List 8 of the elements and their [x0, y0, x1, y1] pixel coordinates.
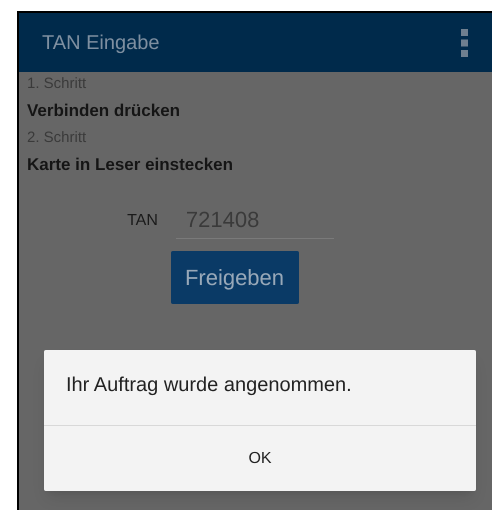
dialog-message: Ihr Auftrag wurde angenommen. [65, 373, 353, 398]
step-instruction: Karte in Leser einstecken [27, 154, 234, 176]
overflow-menu-icon[interactable] [461, 28, 468, 56]
tan-label: TAN [127, 211, 158, 231]
app-bar-title: TAN Eingabe [42, 30, 160, 56]
step-instruction: Verbinden drücken [27, 100, 182, 122]
ok-button[interactable]: OK [44, 426, 476, 491]
freigeben-button[interactable]: Freigeben [170, 251, 298, 304]
